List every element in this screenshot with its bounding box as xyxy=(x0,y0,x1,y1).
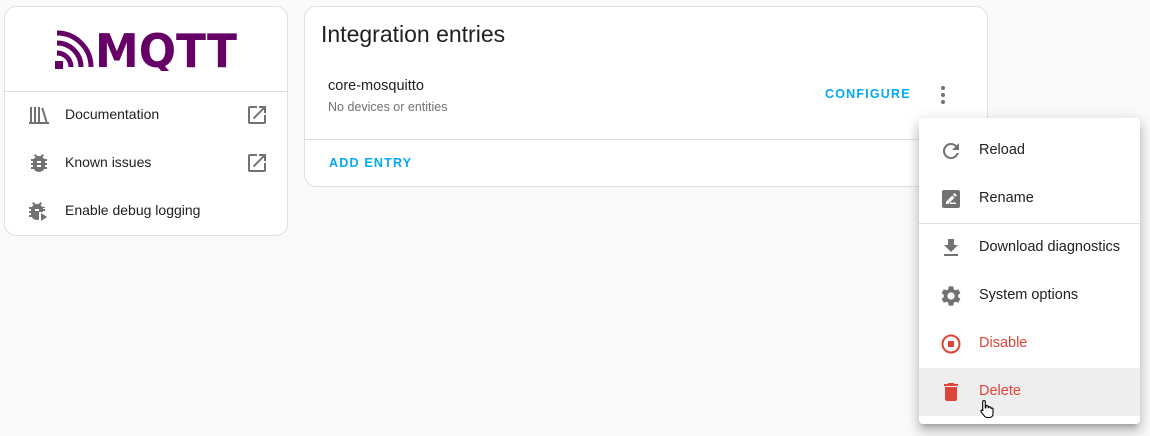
mqtt-logo-graphic: MQTT xyxy=(55,27,238,71)
enable-debug-logging-item[interactable]: Enable debug logging xyxy=(5,187,287,235)
known-issues-label: Known issues xyxy=(65,154,152,170)
download-icon xyxy=(944,239,958,256)
entries-title: Integration entries xyxy=(321,21,506,47)
menu-item-download-diagnostics[interactable]: Download diagnostics xyxy=(919,224,1140,272)
menu-item-delete[interactable]: Delete xyxy=(919,368,1140,419)
open-in-new-icon xyxy=(248,106,266,124)
book-icon xyxy=(29,107,49,124)
menu-item-disable[interactable]: Disable xyxy=(919,320,1140,368)
enable-debug-logging-label: Enable debug logging xyxy=(65,202,201,218)
menu-item-system-options[interactable]: System options xyxy=(919,272,1140,320)
documentation-label: Documentation xyxy=(65,106,160,122)
hand-pointer-icon xyxy=(980,399,994,419)
known-issues-link[interactable]: Known issues xyxy=(5,139,287,187)
bug-play-icon xyxy=(29,202,47,221)
more-vert-icon[interactable] xyxy=(931,83,955,107)
menu-item-label: Download diagnostics xyxy=(979,239,1121,255)
menu-item-label: Delete xyxy=(979,383,1021,399)
integration-info-card: MQTT Documentation Known issues Enable d… xyxy=(4,6,288,236)
menu-item-label: System options xyxy=(979,287,1079,303)
integration-entries-card: Integration entries core-mosquitto No de… xyxy=(304,6,988,187)
menu-item-reload[interactable]: Reload xyxy=(919,127,1140,175)
entry-subtitle: No devices or entities xyxy=(328,100,448,114)
reload-icon xyxy=(942,142,959,159)
entry-name: core-mosquitto xyxy=(328,78,424,94)
bug-icon xyxy=(31,154,47,172)
svg-text:MQTT: MQTT xyxy=(95,27,238,71)
menu-item-label: Disable xyxy=(979,335,1028,351)
add-entry-button[interactable]: ADD ENTRY xyxy=(329,156,412,170)
open-in-new-icon xyxy=(248,154,266,172)
menu-item-label: Rename xyxy=(979,190,1034,206)
mqtt-logo: MQTT xyxy=(5,7,287,92)
trash-icon xyxy=(944,383,958,401)
documentation-link[interactable]: Documentation xyxy=(5,91,287,139)
menu-item-label: Reload xyxy=(979,142,1025,158)
divider xyxy=(305,139,987,140)
gear-icon xyxy=(941,286,961,306)
menu-item-rename[interactable]: Rename xyxy=(919,175,1140,223)
entry-overflow-menu: Reload Rename Download diagnostics Syste… xyxy=(919,118,1140,424)
configure-button[interactable]: CONFIGURE xyxy=(825,87,911,101)
rename-icon xyxy=(942,190,960,208)
stop-circle-icon xyxy=(941,334,961,354)
